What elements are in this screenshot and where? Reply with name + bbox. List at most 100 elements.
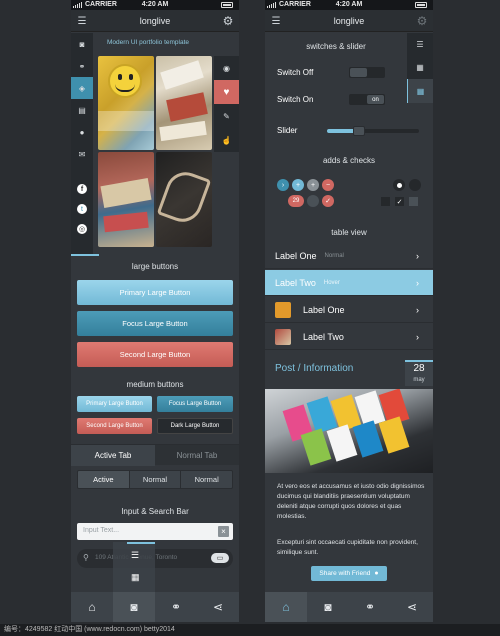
clear-icon[interactable]: ×	[218, 526, 229, 537]
portfolio-image-cards[interactable]	[156, 56, 212, 150]
row-thumbnail-icon	[275, 328, 291, 345]
table-row[interactable]: Label One Normal ›	[265, 243, 433, 269]
checkbox-empty[interactable]	[409, 197, 418, 206]
tag-icon[interactable]: ◈	[71, 77, 93, 99]
row-label: Label Two	[303, 331, 344, 342]
input-placeholder: Input Text...	[83, 527, 120, 534]
left-phone-screen: CARRIER 4:20 AM ☰ longlive ⚙ ◙ ⚭ ◈ ▤ ● ✉…	[71, 0, 239, 622]
app-title: longlive	[139, 16, 171, 26]
checkbox-empty[interactable]	[381, 197, 390, 206]
facebook-icon[interactable]: f	[71, 179, 93, 199]
date-month: may	[413, 377, 425, 383]
focus-medium-button[interactable]: Focus Large Button	[157, 396, 233, 412]
table-row[interactable]: Label Two ›	[265, 324, 433, 350]
eye-icon[interactable]: ◉	[214, 56, 239, 80]
dribbble-icon[interactable]: ◎	[71, 219, 93, 239]
segment-normal[interactable]: Normal	[180, 471, 232, 488]
share-button-label: Share with Friend	[319, 570, 371, 577]
home-icon[interactable]: ⌂	[265, 592, 307, 622]
share-icon[interactable]: ⋖	[391, 592, 433, 622]
battery-icon	[221, 2, 233, 8]
tab-strip: Active Tab Normal Tab	[71, 444, 239, 466]
slider-knob[interactable]	[353, 126, 366, 136]
watermark-footer: 编号：4249582 红动中国 (www.redocn.com) betty20…	[0, 624, 500, 636]
post-body-secondary: Excepturi sint occaecati cupiditate non …	[277, 539, 418, 556]
camera-icon[interactable]: ◙	[113, 592, 155, 622]
post-title: Post / Information	[275, 363, 354, 374]
portfolio-image-smiley[interactable]	[98, 56, 154, 150]
text-input[interactable]: Input Text... ×	[77, 523, 233, 540]
binoculars-icon[interactable]: ⚭	[155, 592, 197, 622]
post-body: At vero eos et accusamus et iusto odio d…	[277, 483, 425, 520]
settings-button[interactable]: ⚙	[217, 10, 239, 32]
list-icon[interactable]: ☰	[131, 550, 139, 561]
mail-icon[interactable]: ✉	[71, 143, 93, 165]
radio-empty[interactable]	[409, 179, 421, 191]
list-icon[interactable]: ☰	[407, 33, 433, 56]
share-button[interactable]: Share with Friend ●	[311, 566, 387, 581]
heart-icon[interactable]: ♥	[214, 80, 239, 104]
segment-normal[interactable]: Normal	[128, 471, 181, 488]
bottom-tab-bar: ⌂ ◙ ⚭ ⋖	[71, 592, 239, 622]
segment-active[interactable]: Active	[78, 471, 129, 488]
user-icon[interactable]: ●	[71, 121, 93, 143]
slider-track[interactable]	[327, 126, 419, 136]
twitter-icon[interactable]: t	[71, 199, 93, 219]
portfolio-subtitle: Modern UI portfolio template	[107, 39, 190, 46]
checkbox-checked[interactable]: ✓	[395, 197, 404, 206]
second-large-button[interactable]: Second Large Button	[77, 342, 233, 367]
id-card-icon[interactable]: ▤	[71, 99, 93, 121]
adds-checks-heading: adds & checks	[322, 156, 376, 165]
grid-icon[interactable]: ▦	[131, 572, 140, 583]
switch-on-label: Switch On	[277, 95, 314, 104]
table-row-hover[interactable]: Label Two Hover ›	[265, 270, 433, 296]
gear-icon: ⚙	[222, 14, 234, 28]
chat-icon[interactable]: ✎	[214, 104, 239, 128]
status-bar: CARRIER 4:20 AM	[71, 0, 239, 10]
switch-on-text: on	[367, 95, 384, 104]
chevron-right-icon[interactable]: ›	[277, 179, 289, 191]
table-row[interactable]: Label One ›	[265, 297, 433, 323]
tab-normal[interactable]: Normal Tab	[155, 445, 239, 466]
focus-large-button[interactable]: Focus Large Button	[77, 311, 233, 336]
camera-icon[interactable]: ◙	[71, 33, 93, 55]
primary-large-button[interactable]: Primary Large Button	[77, 280, 233, 305]
binoculars-icon[interactable]: ⚭	[71, 55, 93, 77]
home-icon[interactable]: ⌂	[71, 592, 113, 622]
tab-active[interactable]: Active Tab	[71, 445, 155, 466]
bottom-tab-bar: ⌂ ◙ ⚭ ⋖	[265, 592, 433, 622]
settings-button[interactable]: ⚙	[411, 10, 433, 32]
row-label: Label One	[275, 250, 317, 261]
portfolio-image-lettering[interactable]	[156, 152, 212, 247]
dark-medium-button[interactable]: Dark Large Button	[157, 418, 233, 434]
primary-medium-button[interactable]: Primary Large Button	[77, 396, 152, 412]
search-icon: ⚲	[83, 553, 89, 562]
binoculars-icon[interactable]: ⚭	[349, 592, 391, 622]
book-icon[interactable]: ▭	[211, 553, 229, 563]
segmented-control: Active Normal Normal	[77, 470, 233, 489]
battery-icon	[415, 2, 427, 8]
chevron-right-icon: ›	[416, 331, 419, 342]
grid-icon[interactable]: ▦	[407, 56, 433, 79]
thumbs-up-icon[interactable]: ☝	[214, 128, 239, 152]
switch-on-toggle[interactable]: on	[349, 94, 385, 105]
portfolio-image-posters[interactable]	[98, 152, 154, 247]
check-icon[interactable]: ✓	[322, 195, 334, 207]
add-icon[interactable]: +	[307, 179, 319, 191]
switch-off-label: Switch Off	[277, 68, 314, 77]
add-icon[interactable]: +	[292, 179, 304, 191]
remove-icon[interactable]: −	[322, 179, 334, 191]
radio-selected[interactable]	[393, 179, 405, 191]
right-phone-screen: CARRIER 4:20 AM ☰ longlive ⚙ ☰ ▦ ▦ switc…	[265, 0, 433, 622]
search-bar[interactable]: ⚲ 109 Atlantic Avenue, Toronto ▭	[77, 549, 233, 568]
share-icon[interactable]: ⋖	[197, 592, 239, 622]
camera-icon[interactable]: ◙	[307, 592, 349, 622]
second-medium-button[interactable]: Second Large Button	[77, 418, 152, 434]
empty-check[interactable]	[307, 195, 319, 207]
row-label: Label Two	[275, 277, 316, 288]
nav-bar: ☰ longlive ⚙	[71, 10, 239, 32]
post-image	[265, 389, 433, 473]
switch-off-toggle[interactable]	[349, 67, 385, 78]
app-title: longlive	[333, 16, 365, 26]
grid-icon[interactable]: ▦	[407, 79, 433, 103]
